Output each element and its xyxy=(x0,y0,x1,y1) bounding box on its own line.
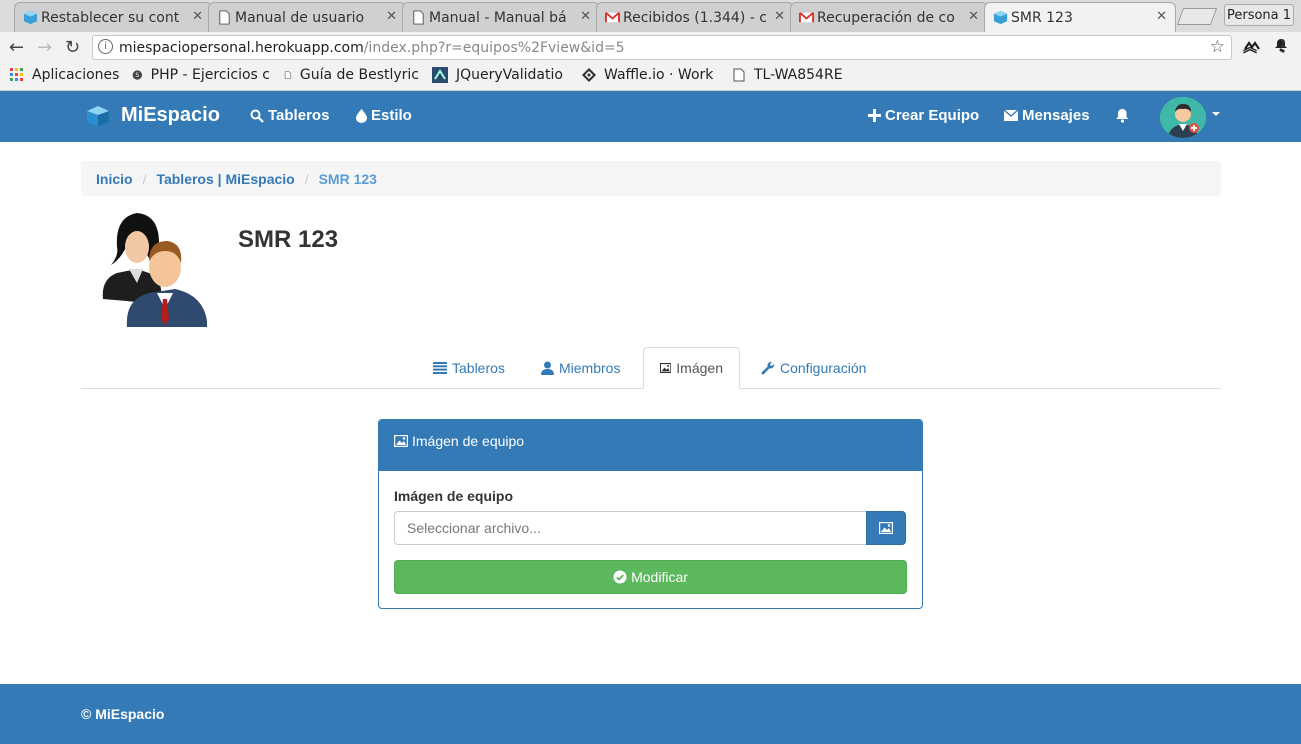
tab-miembros[interactable]: Miembros xyxy=(525,347,636,389)
info-icon[interactable]: i xyxy=(98,39,113,54)
cube-logo-icon xyxy=(87,105,109,126)
wrench-icon xyxy=(761,361,775,375)
forward-icon[interactable]: → xyxy=(37,37,52,58)
profile-button[interactable]: Persona 1 xyxy=(1224,4,1294,26)
cube-favicon-icon xyxy=(23,10,38,25)
team-people-image xyxy=(102,213,207,327)
file-input[interactable]: Seleccionar archivo... xyxy=(394,511,867,545)
tab-configuracion[interactable]: Configuración xyxy=(745,347,882,389)
browser-tab[interactable]: Restablecer su cont ✕ xyxy=(14,2,212,32)
user-avatar[interactable] xyxy=(1160,97,1206,138)
image-panel: Imágen de equipo Imágen de equipo Selecc… xyxy=(378,419,923,609)
svg-text:S: S xyxy=(135,72,139,79)
cube-favicon-icon xyxy=(993,10,1008,25)
picture-icon xyxy=(660,362,672,374)
picture-icon xyxy=(879,522,893,534)
browser-tab[interactable]: Recibidos (1.344) - c ✕ xyxy=(596,2,794,32)
bookmark-php[interactable]: S PHP - Ejercicios c xyxy=(132,67,270,83)
browser-tab[interactable]: Manual - Manual bá ✕ xyxy=(402,2,600,32)
close-tab-icon[interactable]: ✕ xyxy=(386,9,397,24)
document-icon xyxy=(733,68,745,82)
droplet-icon xyxy=(356,108,367,123)
app-navbar: MiEspacio Tableros Estilo Crear Equipo M… xyxy=(0,91,1301,142)
browser-toolbar: ← → ↻ i miespaciopersonal.herokuapp.com/… xyxy=(0,32,1301,62)
browser-tab[interactable]: Recuperación de co ✕ xyxy=(790,2,988,32)
menu-dots-icon[interactable] xyxy=(1280,38,1286,54)
tab-imagen[interactable]: Imágen xyxy=(643,347,740,389)
notifications-bell-icon[interactable] xyxy=(1116,108,1129,123)
breadcrumb-inicio[interactable]: Inicio xyxy=(96,171,133,187)
browser-tab-active[interactable]: SMR 123 ✕ xyxy=(984,2,1176,32)
bookmark-bestlyric[interactable]: Guía de Bestlyric xyxy=(284,67,419,83)
php-logo-icon: S xyxy=(132,70,142,80)
nav-tableros[interactable]: Tableros xyxy=(250,107,329,124)
field-label: Imágen de equipo xyxy=(394,488,514,504)
bookmark-jqueryvalidation[interactable]: JQueryValidatio xyxy=(432,67,568,83)
breadcrumb-separator: / xyxy=(142,170,147,187)
search-icon xyxy=(250,109,264,123)
browse-image-button[interactable] xyxy=(866,511,906,545)
address-bar[interactable]: i miespaciopersonal.herokuapp.com/index.… xyxy=(92,35,1232,60)
user-avatar-icon xyxy=(1160,97,1206,138)
nav-estilo[interactable]: Estilo xyxy=(356,107,412,124)
extension-wave-icon[interactable] xyxy=(1244,40,1260,52)
bookmark-apps[interactable]: Aplicaciones xyxy=(10,67,119,83)
bookmarks-bar: Aplicaciones S PHP - Ejercicios c Guía d… xyxy=(0,62,1301,91)
waffle-logo-icon xyxy=(582,68,596,82)
picture-icon xyxy=(394,434,408,447)
modificar-button[interactable]: Modificar xyxy=(394,560,907,594)
gmail-favicon-icon xyxy=(799,12,814,23)
list-icon xyxy=(433,362,447,374)
nav-crear-equipo[interactable]: Crear Equipo xyxy=(868,107,979,124)
breadcrumb-tableros[interactable]: Tableros | MiEspacio xyxy=(156,171,294,187)
bookmark-waffle[interactable]: Waffle.io · Work xyxy=(582,67,718,83)
browser-tab[interactable]: Manual de usuario ✕ xyxy=(208,2,406,32)
envelope-icon xyxy=(1004,110,1018,121)
document-icon xyxy=(284,71,292,79)
gmail-favicon-icon xyxy=(605,12,620,23)
bookmark-tl-wa854re[interactable]: TL-WA854RE xyxy=(732,67,843,83)
reload-icon[interactable]: ↻ xyxy=(65,37,80,58)
breadcrumb-separator: / xyxy=(304,170,309,187)
apps-grid-icon xyxy=(10,68,23,81)
plus-icon xyxy=(868,109,881,122)
user-menu-caret-icon[interactable] xyxy=(1212,112,1220,116)
user-icon xyxy=(541,361,554,375)
close-tab-icon[interactable]: ✕ xyxy=(192,9,203,24)
close-tab-icon[interactable]: ✕ xyxy=(774,9,785,24)
jquery-logo-icon xyxy=(432,67,448,83)
panel-heading: Imágen de equipo xyxy=(379,420,922,471)
nav-mensajes[interactable]: Mensajes xyxy=(1004,107,1090,124)
close-tab-icon[interactable]: ✕ xyxy=(580,9,591,24)
new-tab-button[interactable] xyxy=(1176,8,1218,25)
back-icon[interactable]: ← xyxy=(9,37,24,58)
url-text[interactable]: miespaciopersonal.herokuapp.com/index.ph… xyxy=(119,40,625,56)
breadcrumb-current: SMR 123 xyxy=(318,170,377,187)
team-title: SMR 123 xyxy=(238,226,339,253)
tab-tableros[interactable]: Tableros xyxy=(417,347,521,389)
breadcrumb: Inicio / Tableros | MiEspacio / SMR 123 xyxy=(81,161,1221,196)
footer-copyright: © MiEspacio xyxy=(81,706,165,722)
bookmark-star-icon[interactable]: ☆ xyxy=(1210,37,1225,57)
team-tabs: Tableros Miembros Imágen Configuración xyxy=(81,347,1221,389)
document-favicon-icon xyxy=(219,10,230,25)
browser-tabstrip: Restablecer su cont ✕ Manual de usuario … xyxy=(0,0,1301,32)
close-tab-icon[interactable]: ✕ xyxy=(968,9,979,24)
close-tab-icon[interactable]: ✕ xyxy=(1156,9,1167,24)
check-circle-icon xyxy=(613,570,627,584)
document-favicon-icon xyxy=(413,10,424,25)
page-footer: © MiEspacio xyxy=(0,684,1301,744)
brand-link[interactable]: MiEspacio xyxy=(86,104,220,127)
